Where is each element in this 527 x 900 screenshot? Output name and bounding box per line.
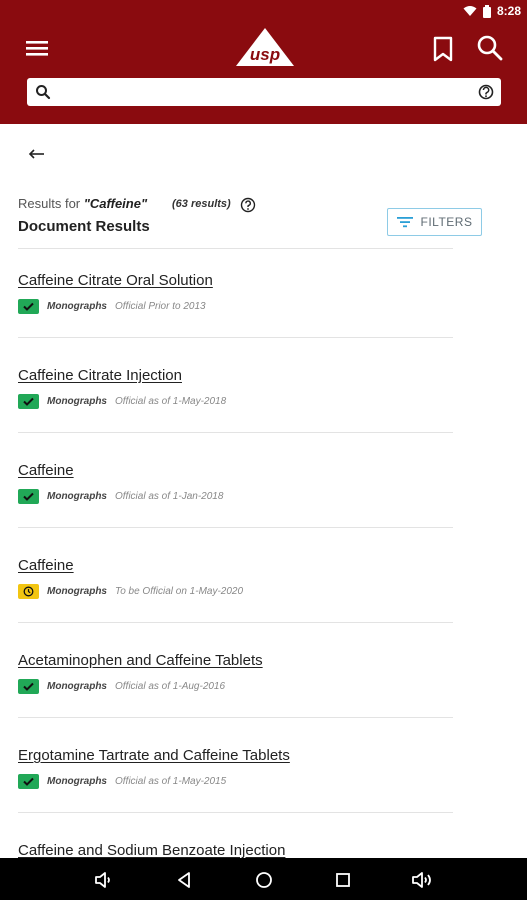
usp-logo: usp	[234, 26, 296, 68]
result-title-link[interactable]: Caffeine Citrate Injection	[18, 367, 182, 384]
volume-up-icon	[412, 872, 431, 888]
triangle-back-icon	[178, 872, 190, 888]
pending-clock-icon	[18, 583, 39, 599]
divider	[18, 432, 453, 433]
result-meta: Monographs Official as of 1-Jan-2018	[18, 488, 223, 504]
result-type: Monographs	[47, 680, 107, 692]
search-button[interactable]	[475, 33, 505, 63]
filters-label: FILTERS	[420, 215, 473, 229]
volume-icon	[95, 872, 110, 888]
clear-search-button[interactable]	[477, 83, 495, 101]
result-meta: Monographs Official Prior to 2013	[18, 298, 206, 314]
result-item: Caffeine Citrate Oral Solution Monograph…	[18, 272, 458, 314]
result-title-link[interactable]: Caffeine Citrate Oral Solution	[18, 272, 213, 289]
result-status: Official as of 1-May-2015	[115, 775, 227, 787]
result-type: Monographs	[47, 775, 107, 787]
menu-button[interactable]	[22, 34, 52, 62]
search-icon	[477, 35, 503, 61]
result-item: Caffeine Citrate Injection Monographs Of…	[18, 367, 458, 409]
recents-nav-button[interactable]	[331, 868, 355, 892]
result-status: Official as of 1-Jan-2018	[115, 490, 224, 502]
app-header: 8:28 usp	[0, 0, 527, 124]
system-nav-bar	[0, 858, 527, 900]
results-for-text: Results for "Caffeine"	[18, 196, 147, 211]
search-bar	[27, 78, 501, 106]
help-button[interactable]	[240, 197, 256, 213]
status-bar: 8:28	[0, 0, 527, 24]
divider	[18, 717, 453, 718]
app-screen: 8:28 usp Results for "Caffeine" (63 resu…	[0, 0, 527, 900]
result-item: Caffeine Monographs Official as of 1-Jan…	[18, 462, 458, 504]
hamburger-icon	[26, 41, 48, 56]
divider	[18, 527, 453, 528]
result-meta: Monographs Official as of 1-May-2015	[18, 773, 226, 789]
status-icons: 8:28	[463, 4, 521, 18]
official-badge-icon	[18, 678, 39, 694]
result-title-link[interactable]: Acetaminophen and Caffeine Tablets	[18, 652, 263, 669]
result-type: Monographs	[47, 395, 107, 407]
result-type: Monographs	[47, 585, 107, 597]
result-meta: Monographs Official as of 1-May-2018	[18, 393, 226, 409]
result-type: Monographs	[47, 490, 107, 502]
search-input[interactable]	[57, 80, 467, 104]
result-title-link[interactable]: Caffeine and Sodium Benzoate Injection	[18, 842, 285, 859]
result-item: Caffeine Monographs To be Official on 1-…	[18, 557, 458, 599]
back-nav-button[interactable]	[173, 868, 197, 892]
arrow-left-icon	[28, 149, 44, 159]
bookmark-button[interactable]	[430, 34, 456, 64]
divider	[18, 248, 453, 249]
volume-down-button[interactable]	[92, 868, 116, 892]
status-time: 8:28	[496, 4, 521, 18]
bookmark-icon	[433, 36, 453, 62]
circle-home-icon	[256, 872, 272, 888]
divider	[18, 622, 453, 623]
home-nav-button[interactable]	[252, 868, 276, 892]
official-badge-icon	[18, 488, 39, 504]
result-status: Official Prior to 2013	[115, 300, 206, 312]
result-type: Monographs	[47, 300, 107, 312]
wifi-icon	[463, 6, 477, 16]
square-recents-icon	[336, 873, 350, 887]
results-prefix: Results for	[18, 196, 84, 211]
result-item: Acetaminophen and Caffeine Tablets Monog…	[18, 652, 458, 694]
clear-icon	[478, 84, 494, 100]
result-title-link[interactable]: Caffeine	[18, 462, 74, 479]
divider	[18, 337, 453, 338]
results-term: "Caffeine"	[83, 196, 148, 211]
svg-text:usp: usp	[250, 45, 280, 64]
result-status: Official as of 1-May-2018	[115, 395, 227, 407]
result-status: To be Official on 1-May-2020	[115, 585, 244, 597]
results-count: (63 results)	[172, 198, 231, 210]
help-icon	[240, 197, 256, 213]
official-badge-icon	[18, 773, 39, 789]
result-item: Ergotamine Tartrate and Caffeine Tablets…	[18, 747, 458, 789]
result-meta: Monographs To be Official on 1-May-2020	[18, 583, 243, 599]
result-title-link[interactable]: Caffeine	[18, 557, 74, 574]
back-button[interactable]	[24, 142, 50, 166]
volume-up-button[interactable]	[410, 868, 434, 892]
divider	[18, 812, 453, 813]
official-badge-icon	[18, 393, 39, 409]
result-title-link[interactable]: Ergotamine Tartrate and Caffeine Tablets	[18, 747, 290, 764]
result-status: Official as of 1-Aug-2016	[115, 680, 226, 692]
section-title: Document Results	[18, 218, 150, 235]
result-meta: Monographs Official as of 1-Aug-2016	[18, 678, 225, 694]
battery-icon	[482, 4, 491, 18]
search-field-icon	[36, 85, 51, 100]
filter-icon	[396, 217, 413, 228]
filters-button[interactable]: FILTERS	[387, 208, 482, 236]
official-badge-icon	[18, 298, 39, 314]
